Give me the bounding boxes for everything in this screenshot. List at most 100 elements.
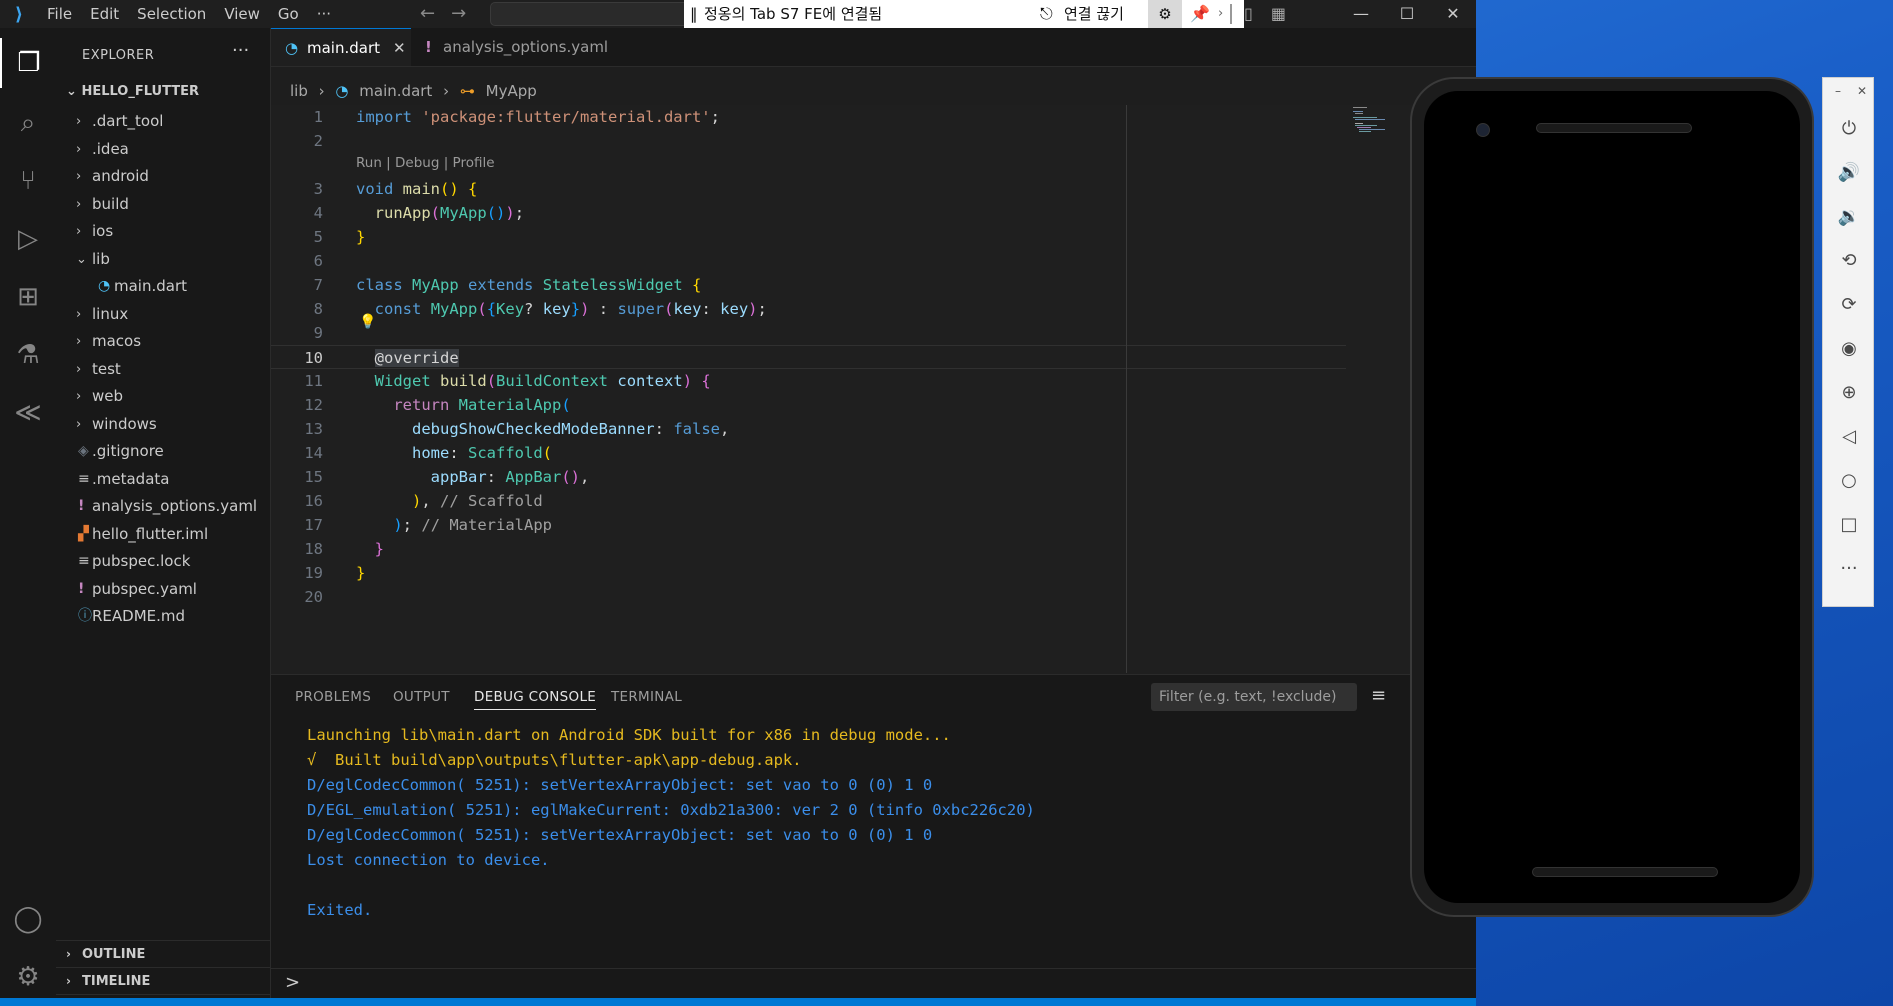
emulator-screen[interactable] bbox=[1424, 91, 1800, 903]
close-window-icon[interactable]: ✕ bbox=[1430, 0, 1476, 28]
console-filter-input[interactable]: Filter (e.g. text, !exclude) bbox=[1151, 683, 1357, 711]
tree-folder[interactable]: › web bbox=[56, 383, 270, 411]
breadcrumb-file[interactable]: main.dart bbox=[359, 82, 432, 100]
workspace-root[interactable]: ⌄ HELLO_FLUTTER bbox=[66, 84, 199, 99]
rotate-left-icon[interactable]: ⟲ bbox=[1823, 250, 1875, 271]
tree-item-label: pubspec.lock bbox=[92, 552, 191, 570]
tree-folder[interactable]: › ios bbox=[56, 218, 270, 246]
tree-folder[interactable]: › build bbox=[56, 191, 270, 219]
maximize-icon[interactable]: ☐ bbox=[1384, 0, 1430, 28]
tree-folder[interactable]: › windows bbox=[56, 411, 270, 439]
menu-selection[interactable]: Selection bbox=[128, 0, 215, 28]
git-file-icon: ◈ bbox=[78, 443, 89, 459]
tab-main-dart[interactable]: ◔ main.dart ✕ bbox=[271, 28, 411, 66]
menu-view[interactable]: View bbox=[215, 0, 269, 28]
toggle-sidebar-icon[interactable]: ▯ bbox=[1244, 0, 1253, 28]
tab-debug-console[interactable]: DEBUG CONSOLE bbox=[474, 689, 597, 710]
overview-icon[interactable]: □ bbox=[1823, 514, 1875, 535]
console-input[interactable]: > bbox=[271, 968, 1476, 999]
lightbulb-icon[interactable]: 💡 bbox=[359, 314, 376, 330]
more-icon[interactable]: ··· bbox=[1823, 558, 1875, 579]
tree-folder[interactable]: › linux bbox=[56, 301, 270, 329]
rotate-right-icon[interactable]: ⟳ bbox=[1823, 294, 1875, 315]
tree-item-label: android bbox=[92, 167, 149, 185]
chevron-right-icon: › bbox=[443, 82, 450, 100]
tab-problems[interactable]: PROBLEMS bbox=[295, 689, 371, 705]
emulator-minimize-icon[interactable]: – bbox=[1835, 84, 1841, 98]
tree-folder[interactable]: › test bbox=[56, 356, 270, 384]
tree-file[interactable]: ⓘ README.md bbox=[56, 603, 270, 631]
back-icon[interactable]: ◁ bbox=[1823, 426, 1875, 447]
tree-file[interactable]: ! pubspec.yaml bbox=[56, 576, 270, 604]
disconnect-button[interactable]: 연결 끊기 bbox=[1064, 0, 1124, 28]
pin-icon[interactable]: 📌 bbox=[1190, 0, 1210, 28]
run-debug-icon[interactable]: ▷ bbox=[0, 214, 56, 264]
camera-icon[interactable]: ◉ bbox=[1823, 338, 1875, 359]
menu-go[interactable]: Go bbox=[269, 0, 308, 28]
code-line: 19} bbox=[304, 564, 366, 582]
tree-file[interactable]: ≡ .metadata bbox=[56, 466, 270, 494]
minimize-icon[interactable]: — bbox=[1338, 0, 1384, 28]
home-icon[interactable]: ○ bbox=[1823, 470, 1875, 491]
search-icon[interactable]: ⌕ bbox=[0, 98, 56, 148]
account-icon[interactable]: ◯ bbox=[0, 894, 56, 944]
testing-icon[interactable]: ⚗ bbox=[0, 330, 56, 380]
tab-terminal[interactable]: TERMINAL bbox=[611, 689, 682, 705]
clear-console-icon[interactable]: ≡ bbox=[1371, 685, 1386, 706]
zoom-icon[interactable]: ⊕ bbox=[1823, 382, 1875, 403]
tree-item-label: test bbox=[92, 359, 121, 378]
explorer-icon[interactable]: ❐ bbox=[0, 38, 56, 88]
extensions-icon[interactable]: ⊞ bbox=[0, 272, 56, 322]
layout-controls: ▯ ▦ bbox=[1244, 0, 1286, 28]
tree-file[interactable]: ▞ hello_flutter.iml bbox=[56, 521, 270, 549]
more-actions-icon[interactable]: ··· bbox=[232, 40, 249, 61]
settings-gear-icon[interactable]: ⚙ bbox=[1148, 0, 1182, 28]
tree-folder[interactable]: › android bbox=[56, 163, 270, 191]
menu-file[interactable]: File bbox=[38, 0, 81, 28]
forward-arrow-icon[interactable]: → bbox=[451, 0, 466, 28]
code-line: 1 import 'package:flutter/material.dart'; bbox=[313, 108, 720, 126]
code-line: 6 bbox=[313, 252, 323, 270]
codelens-run-debug-profile[interactable]: Run | Debug | Profile bbox=[356, 155, 495, 171]
source-control-icon[interactable]: ⑂ bbox=[0, 156, 56, 206]
tree-file[interactable]: ! analysis_options.yaml bbox=[56, 493, 270, 521]
menu-more[interactable]: ··· bbox=[308, 0, 340, 28]
chevron-right-icon: › bbox=[76, 141, 82, 157]
tree-folder[interactable]: › macos bbox=[56, 328, 270, 356]
back-arrow-icon[interactable]: ← bbox=[420, 0, 435, 28]
tab-output[interactable]: OUTPUT bbox=[393, 689, 450, 705]
tree-file[interactable]: ◈ .gitignore bbox=[56, 438, 270, 466]
chevron-right-icon: › bbox=[66, 974, 71, 988]
code-line: 2 bbox=[313, 132, 323, 150]
customize-layout-icon[interactable]: ▦ bbox=[1271, 0, 1286, 28]
tree-folder[interactable]: › .idea bbox=[56, 136, 270, 164]
tree-item-label: windows bbox=[92, 414, 157, 433]
chevron-right-icon: › bbox=[76, 416, 82, 432]
timeline-section[interactable]: › TIMELINE bbox=[56, 967, 270, 995]
close-tab-icon[interactable]: ✕ bbox=[393, 29, 406, 67]
tree-file[interactable]: ◔ main.dart bbox=[56, 273, 270, 301]
code-editor[interactable]: Run | Debug | Profile 1 import 'package:f… bbox=[271, 105, 1476, 675]
menu-edit[interactable]: Edit bbox=[81, 0, 128, 28]
minimap[interactable] bbox=[1353, 105, 1393, 145]
tree-item-label: build bbox=[92, 194, 129, 213]
tree-item-label: .metadata bbox=[92, 469, 170, 488]
flutter-icon[interactable]: ≪ bbox=[0, 388, 56, 438]
class-symbol-icon: ⊶ bbox=[459, 82, 475, 100]
power-icon[interactable]: ⏻ bbox=[1823, 118, 1875, 139]
tree-folder[interactable]: ⌄ lib bbox=[56, 246, 270, 274]
breadcrumb-lib[interactable]: lib bbox=[290, 82, 308, 100]
chevron-right-icon[interactable]: › bbox=[1218, 0, 1223, 28]
volume-down-icon[interactable]: 🔉 bbox=[1823, 206, 1875, 227]
breadcrumb-symbol[interactable]: MyApp bbox=[486, 82, 537, 100]
pause-icon[interactable]: ‖ bbox=[690, 0, 698, 28]
tree-file[interactable]: ≡ pubspec.lock bbox=[56, 548, 270, 576]
code-line: 5} bbox=[313, 228, 366, 246]
manage-gear-icon[interactable]: ⚙ bbox=[0, 952, 56, 1002]
tab-analysis-options[interactable]: ! analysis_options.yaml bbox=[411, 28, 608, 66]
command-center-search[interactable] bbox=[490, 2, 692, 26]
tree-folder[interactable]: › .dart_tool bbox=[56, 108, 270, 136]
volume-up-icon[interactable]: 🔊 bbox=[1823, 162, 1875, 183]
outline-section[interactable]: › OUTLINE bbox=[56, 940, 270, 968]
emulator-close-icon[interactable]: ✕ bbox=[1857, 84, 1867, 98]
